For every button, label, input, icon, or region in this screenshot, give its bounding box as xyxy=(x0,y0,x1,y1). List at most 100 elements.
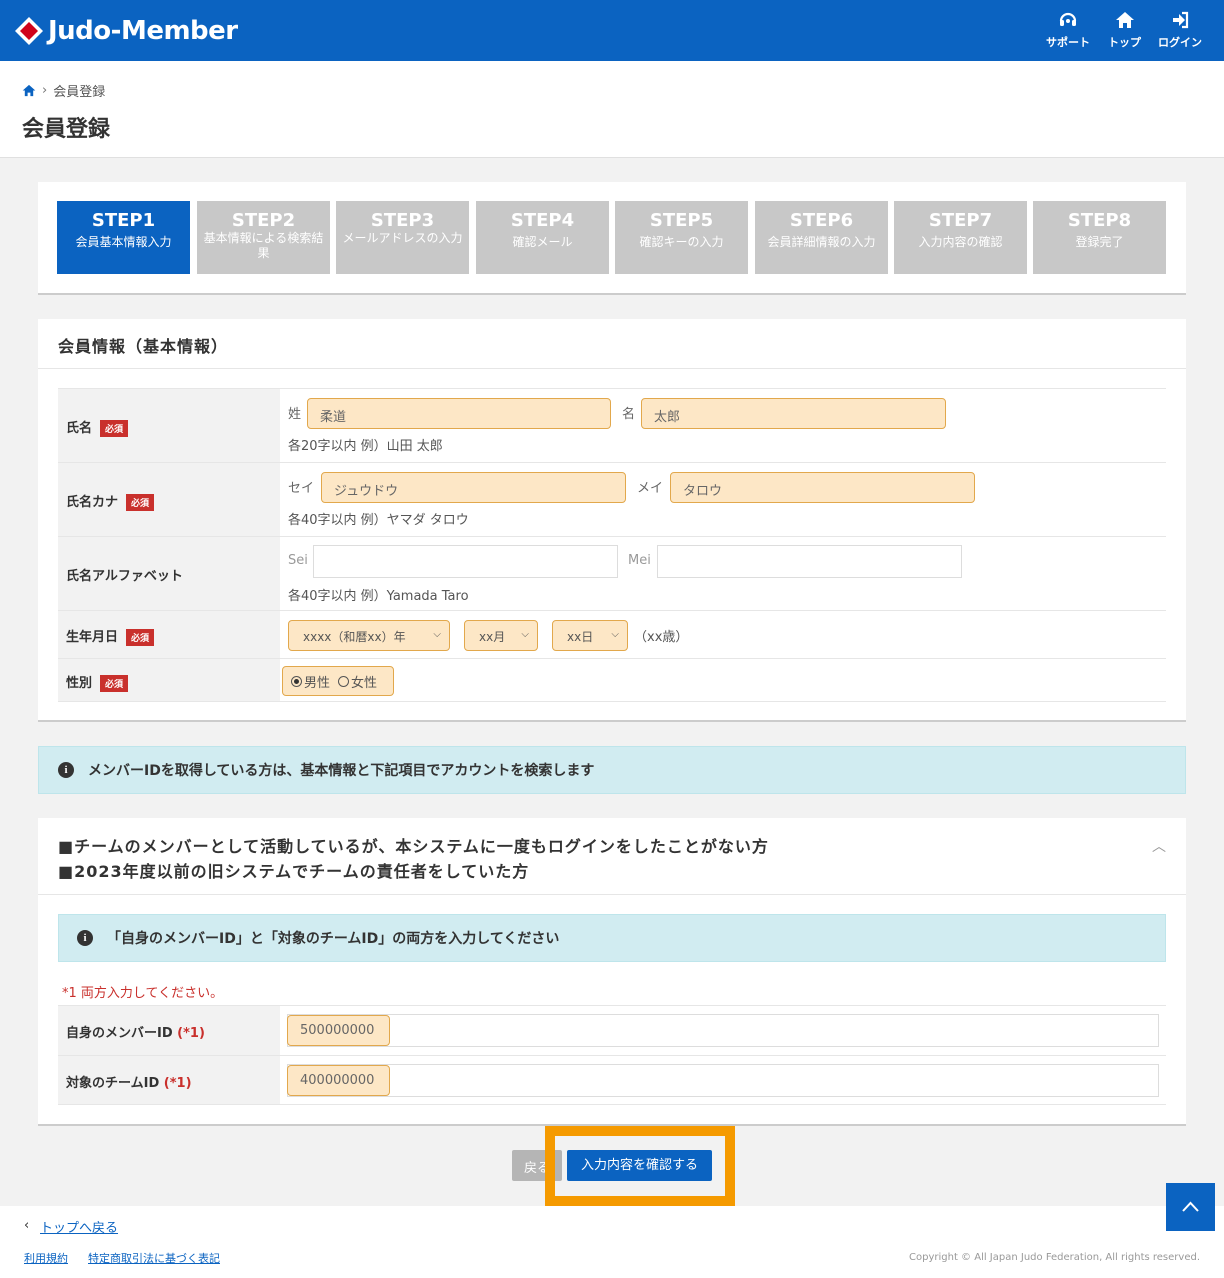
first-alpha-input[interactable] xyxy=(657,545,962,578)
name-hint: 各20字以内 例）山田 太郎 xyxy=(288,439,443,454)
birth-day-value: xx日 xyxy=(567,630,594,644)
member-id-row: 自身のメンバーID (*1) 500000000 xyxy=(58,1005,1166,1055)
female-label: 女性 xyxy=(351,675,378,691)
id-alert-text: 「自身のメンバーID」と「対象のチームID」の両方を入力してください xyxy=(107,931,560,947)
step-label: 基本情報による検索結果 xyxy=(203,231,324,260)
chevron-down-icon: ⌵ xyxy=(521,629,529,640)
step-num: STEP2 xyxy=(231,210,296,231)
kana-row: 氏名カナ 必須 セイ ジュウドウ メイ タロウ 各40字以内 例）ヤマダ タロウ xyxy=(58,462,1166,536)
header-top-label: トップ xyxy=(1108,36,1141,49)
male-label: 男性 xyxy=(304,675,331,691)
basic-info-card: 会員情報（基本情報） 氏名 必須 姓 柔道 名 太郎 各20字以内 例）山田 太郎… xyxy=(38,319,1186,722)
male-radio[interactable] xyxy=(291,675,302,687)
breadcrumb: › 会員登録 xyxy=(22,81,105,100)
scroll-to-top-button[interactable] xyxy=(1166,1183,1215,1231)
required-badge: 必須 xyxy=(100,675,129,692)
last-alpha-input[interactable] xyxy=(313,545,618,578)
legacy-heading-1: ■チームのメンバーとして活動しているが、本システムに一度もログインをしたことがな… xyxy=(58,837,769,856)
step-indicator: STEP1 会員基本情報入力 STEP2 基本情報による検索結果 STEP3 メ… xyxy=(38,182,1186,295)
step-label: 確認メール xyxy=(512,235,573,249)
app-header: Judo-Member サポート トップ ログイン xyxy=(0,0,1224,61)
step-num: STEP4 xyxy=(510,210,575,231)
team-id-mark: (*1) xyxy=(163,1076,192,1091)
step-6: STEP6 会員詳細情報の入力 xyxy=(755,201,888,274)
step-4: STEP4 確認メール xyxy=(476,201,609,274)
required-badge: 必須 xyxy=(126,494,155,511)
id-input-alert: i 「自身のメンバーID」と「対象のチームID」の両方を入力してください xyxy=(58,914,1166,962)
step-label: 登録完了 xyxy=(1075,235,1124,249)
logo-text: Judo-Member xyxy=(48,16,238,46)
header-support-link[interactable]: サポート xyxy=(1046,10,1090,50)
member-id-notice: i メンバーIDを取得している方は、基本情報と下記項目でアカウントを検索します xyxy=(38,746,1186,794)
first-kana-input[interactable]: タロウ xyxy=(670,472,975,503)
back-to-top-link[interactable]: トップへ戻る xyxy=(40,1217,118,1236)
logo-diamond-icon xyxy=(14,16,44,46)
team-id-field-wrap xyxy=(287,1064,1159,1097)
age-display: （xx歳） xyxy=(634,630,689,645)
alpha-label: 氏名アルファベット xyxy=(66,569,183,584)
birth-day-select[interactable]: xx日 ⌵ xyxy=(552,620,628,651)
team-id-input[interactable]: 400000000 xyxy=(287,1065,390,1096)
home-icon xyxy=(1115,12,1134,28)
chevron-down-icon: ⌵ xyxy=(433,629,441,640)
step-2: STEP2 基本情報による検索結果 xyxy=(197,201,330,274)
legacy-account-card: ■チームのメンバーとして活動しているが、本システムに一度もログインをしたことがな… xyxy=(38,818,1186,1126)
member-id-input[interactable]: 500000000 xyxy=(287,1015,390,1046)
gender-row: 性別 必須 男性 女性 xyxy=(58,658,1166,702)
last-kana-label: セイ xyxy=(288,481,315,496)
header-login-label: ログイン xyxy=(1158,36,1202,49)
title-area: › 会員登録 会員登録 xyxy=(0,61,1224,158)
page-title: 会員登録 xyxy=(22,117,111,142)
notice-text: メンバーIDを取得している方は、基本情報と下記項目でアカウントを検索します xyxy=(88,763,595,779)
step-label: 会員詳細情報の入力 xyxy=(767,235,876,249)
first-name-input[interactable]: 太郎 xyxy=(641,398,946,429)
terms-link[interactable]: 利用規約 xyxy=(24,1250,68,1266)
first-alpha-label: Mei xyxy=(628,553,651,568)
required-badge: 必須 xyxy=(100,420,129,437)
step-num: STEP5 xyxy=(649,210,714,231)
chevron-left-icon: ‹ xyxy=(24,1218,30,1233)
step-7: STEP7 入力内容の確認 xyxy=(894,201,1027,274)
copyright: Copyright © All Japan Judo Federation, A… xyxy=(909,1252,1200,1263)
step-1: STEP1 会員基本情報入力 xyxy=(57,201,190,274)
team-id-row: 対象のチームID (*1) 400000000 xyxy=(58,1055,1166,1105)
birth-month-select[interactable]: xx月 ⌵ xyxy=(464,620,538,651)
headset-icon xyxy=(1059,12,1077,26)
info-icon: i xyxy=(77,930,93,946)
confirm-button[interactable]: 入力内容を確認する xyxy=(567,1150,712,1181)
header-login-link[interactable]: ログイン xyxy=(1158,10,1202,50)
first-name-label: 名 xyxy=(622,407,636,422)
step-5: STEP5 確認キーの入力 xyxy=(615,201,748,274)
info-icon: i xyxy=(58,762,74,778)
alpha-hint: 各40字以内 例）Yamada Taro xyxy=(288,589,469,604)
female-radio[interactable] xyxy=(338,675,350,687)
collapse-chevron-icon[interactable]: ︿ xyxy=(1152,836,1166,856)
last-kana-input[interactable]: ジュウドウ xyxy=(321,472,626,503)
home-icon[interactable] xyxy=(22,84,36,97)
header-top-link[interactable]: トップ xyxy=(1108,10,1141,50)
step-8: STEP8 登録完了 xyxy=(1033,201,1166,274)
birth-label: 生年月日 xyxy=(66,630,119,645)
birth-year-value: xxxx（和暦xx）年 xyxy=(303,630,406,644)
chevron-down-icon: ⌵ xyxy=(611,629,619,640)
site-logo[interactable]: Judo-Member xyxy=(14,16,238,46)
page-footer: ‹ トップへ戻る 利用規約 特定商取引法に基づく表記 Copyright © A… xyxy=(0,1206,1224,1278)
step-num: STEP6 xyxy=(789,210,854,231)
birth-year-select[interactable]: xxxx（和暦xx）年 ⌵ xyxy=(288,620,450,651)
name-row: 氏名 必須 姓 柔道 名 太郎 各20字以内 例）山田 太郎 xyxy=(58,388,1166,462)
chevron-right-icon: › xyxy=(42,83,48,98)
login-icon xyxy=(1173,11,1189,29)
step-num: STEP3 xyxy=(370,210,435,231)
step-num: STEP1 xyxy=(91,210,156,231)
commerce-law-link[interactable]: 特定商取引法に基づく表記 xyxy=(88,1250,220,1266)
member-id-mark: (*1) xyxy=(177,1026,205,1041)
last-name-input[interactable]: 柔道 xyxy=(307,398,611,429)
basic-info-title: 会員情報（基本情報） xyxy=(58,337,229,356)
step-label: メールアドレスの入力 xyxy=(342,231,463,245)
step-num: STEP8 xyxy=(1067,210,1132,231)
legacy-heading-2: ■2023年度以前の旧システムでチームの責任者をしていた方 xyxy=(58,862,530,881)
member-id-label: 自身のメンバーID xyxy=(66,1026,173,1041)
birth-row: 生年月日 必須 xxxx（和暦xx）年 ⌵ xx月 ⌵ xx日 ⌵ （xx歳） xyxy=(58,610,1166,658)
header-support-label: サポート xyxy=(1046,36,1090,49)
both-required-note: *1 両方入力してください。 xyxy=(62,986,224,1001)
